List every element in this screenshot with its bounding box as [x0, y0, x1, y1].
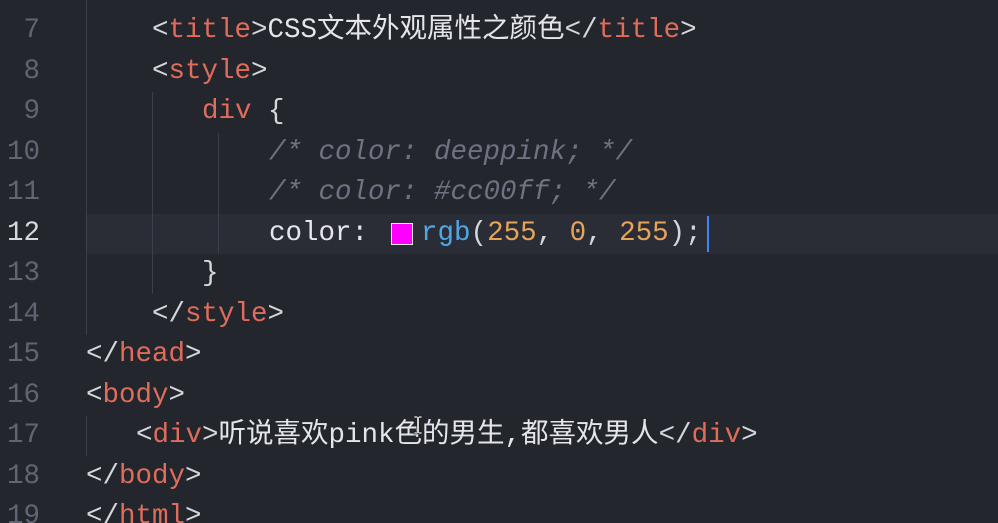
css-punctuation: (	[470, 217, 488, 249]
tag-name: body	[119, 460, 186, 492]
tag-name: title	[597, 15, 681, 46]
tag-name: style	[185, 298, 268, 330]
line-number: 8	[23, 55, 40, 87]
tag-bracket: </	[86, 339, 120, 370]
code-line[interactable]: 7 < title > CSS文本外观属性之颜色 </ title >	[0, 11, 998, 52]
code-line[interactable]: 9 div {	[0, 92, 998, 133]
line-number: 14	[6, 298, 40, 330]
line-number: 10	[6, 136, 40, 168]
title-text: CSS文本外观属性之颜色	[267, 15, 565, 46]
tag-bracket: >	[251, 15, 268, 46]
line-code[interactable]: /* color: #cc00ff; */	[269, 173, 616, 214]
tag-bracket: </	[152, 298, 186, 330]
line-code[interactable]: < body >	[86, 376, 185, 417]
css-number: 255	[487, 217, 537, 249]
line-code[interactable]: < div > 听说喜欢pink色的男生,都喜欢男人 </ div >	[136, 416, 758, 457]
div-text: 听说喜欢pink色的男生,都喜欢男人	[218, 420, 659, 451]
line-number: 19	[6, 501, 40, 523]
code-line[interactable]: 16 < body >	[0, 376, 998, 417]
indent-guide	[218, 133, 219, 254]
code-line[interactable]: 17 < div > 听说喜欢pink色的男生,都喜欢男人 </ div >	[0, 416, 998, 457]
css-brace: {	[251, 96, 285, 127]
css-function: rgb	[421, 217, 471, 249]
tag-bracket: >	[185, 339, 202, 370]
tag-bracket: >	[185, 460, 202, 492]
code-line-current[interactable]: 12 color: rgb ( 255 , 0 , 255 );	[0, 213, 998, 255]
code-line[interactable]: 10 /* color: deeppink; */	[0, 133, 998, 174]
line-code[interactable]: </ head >	[86, 335, 202, 376]
tag-name: div	[691, 420, 742, 451]
line-code[interactable]: < title > CSS文本外观属性之颜色 </ title >	[152, 11, 697, 52]
code-line[interactable]: 11 /* color: #cc00ff; */	[0, 173, 998, 214]
line-number: 16	[6, 379, 40, 411]
line-number: 12	[6, 217, 40, 249]
tag-name: style	[168, 55, 252, 87]
line-code[interactable]: </ html >	[86, 497, 202, 523]
code-editor[interactable]: 7 < title > CSS文本外观属性之颜色 </ title > 8 < …	[0, 0, 998, 523]
line-code[interactable]: < style >	[152, 52, 268, 93]
tag-name: head	[119, 339, 186, 370]
tag-bracket: </	[658, 420, 692, 451]
line-number: 18	[6, 460, 40, 492]
mouse-ibeam-cursor-icon	[413, 415, 423, 435]
tag-bracket: </	[86, 501, 120, 523]
tag-bracket: >	[251, 55, 268, 87]
code-line[interactable]: 8 < style >	[0, 52, 998, 93]
line-code[interactable]: </ body >	[86, 457, 202, 498]
line-code[interactable]: color: rgb ( 255 , 0 , 255 );	[269, 214, 709, 255]
line-number: 15	[6, 339, 40, 370]
css-punctuation: );	[668, 217, 702, 249]
tag-bracket: >	[741, 420, 758, 451]
code-lines: 7 < title > CSS文本外观属性之颜色 </ title > 8 < …	[0, 11, 998, 523]
css-selector: div	[202, 96, 252, 127]
tag-bracket: <	[136, 420, 153, 451]
tag-name: body	[102, 379, 169, 411]
line-number: 11	[6, 177, 40, 208]
line-code[interactable]: </ style >	[152, 295, 284, 336]
css-number: 0	[569, 217, 587, 249]
css-number: 255	[619, 217, 669, 249]
line-number: 9	[23, 96, 40, 127]
css-punctuation: ,	[586, 217, 620, 249]
css-comment: /* color: #cc00ff; */	[269, 177, 616, 208]
indent-guide	[152, 92, 153, 294]
tag-bracket: >	[185, 501, 202, 523]
indent-guide	[86, 416, 87, 456]
tag-bracket: >	[680, 15, 697, 46]
css-brace: }	[202, 258, 219, 289]
color-swatch[interactable]	[391, 222, 414, 245]
tag-bracket: <	[152, 55, 169, 87]
tag-name: html	[119, 501, 186, 523]
tag-bracket: <	[86, 379, 103, 411]
tag-bracket: <	[152, 15, 169, 46]
tag-bracket: >	[267, 298, 285, 330]
line-number: 7	[23, 15, 40, 46]
tag-name: title	[168, 15, 252, 46]
code-line[interactable]: 14 </ style >	[0, 295, 998, 336]
indent-guide	[86, 0, 87, 335]
tag-bracket: >	[202, 420, 219, 451]
css-punctuation: ,	[536, 217, 570, 249]
code-line[interactable]: 13 }	[0, 254, 998, 295]
text-caret	[706, 215, 709, 252]
code-line[interactable]: 15 </ head >	[0, 335, 998, 376]
line-code[interactable]: div {	[202, 92, 285, 133]
code-line[interactable]: 18 </ body >	[0, 457, 998, 498]
line-code[interactable]: /* color: deeppink; */	[269, 133, 632, 174]
css-property: color:	[269, 217, 369, 249]
css-comment: /* color: deeppink; */	[269, 136, 633, 168]
code-line[interactable]: 19 </ html >	[0, 497, 998, 523]
line-number: 17	[6, 420, 40, 451]
line-code[interactable]: }	[202, 254, 219, 295]
tag-bracket: </	[564, 15, 598, 46]
tag-bracket: </	[86, 460, 120, 492]
tag-bracket: >	[168, 379, 186, 411]
tag-name: div	[152, 420, 203, 451]
line-number: 13	[6, 258, 40, 289]
